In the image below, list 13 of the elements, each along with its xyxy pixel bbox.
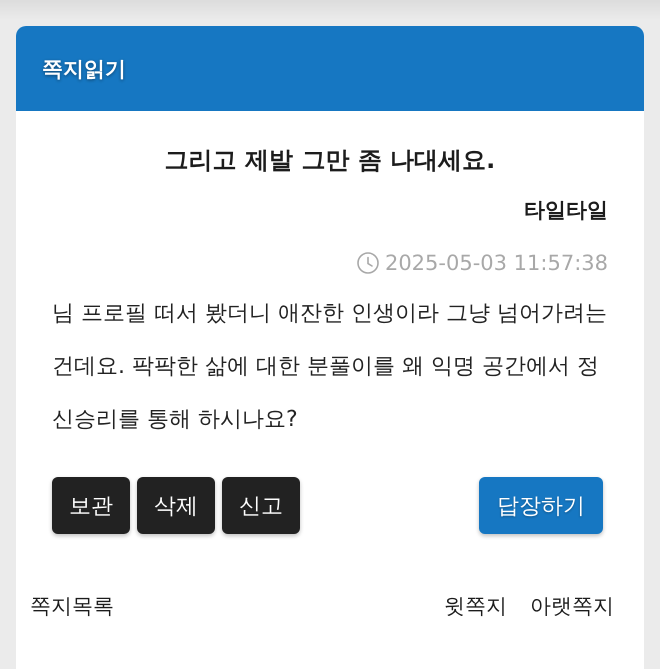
action-button[interactable]: 삭제 <box>137 477 215 534</box>
header-title: 쪽지읽기 <box>42 56 126 82</box>
nav-link[interactable]: 윗쪽지 <box>444 592 507 620</box>
timestamp: 2025-05-03 11:57:38 <box>384 250 608 277</box>
nav-link[interactable]: 아랫쪽지 <box>530 592 614 620</box>
list-link[interactable]: 쪽지목록 <box>30 592 114 620</box>
message-body: 님 프로필 떠서 봤더니 애잔한 인생이라 그냥 넘어가려는 건데요. 팍팍한 삶에 대한 분풀이를 왜 익명 공간에서 정신승리를 통해 하시나요? <box>52 300 608 434</box>
action-button[interactable]: 보관 <box>52 477 130 534</box>
reply-button[interactable]: 답장하기 <box>479 477 603 534</box>
action-button[interactable]: 신고 <box>222 477 300 534</box>
clock-icon <box>356 252 379 274</box>
sender-name: 타일타일 <box>524 197 608 224</box>
message-subject: 그리고 제발 그만 좀 나대세요. <box>164 145 496 176</box>
